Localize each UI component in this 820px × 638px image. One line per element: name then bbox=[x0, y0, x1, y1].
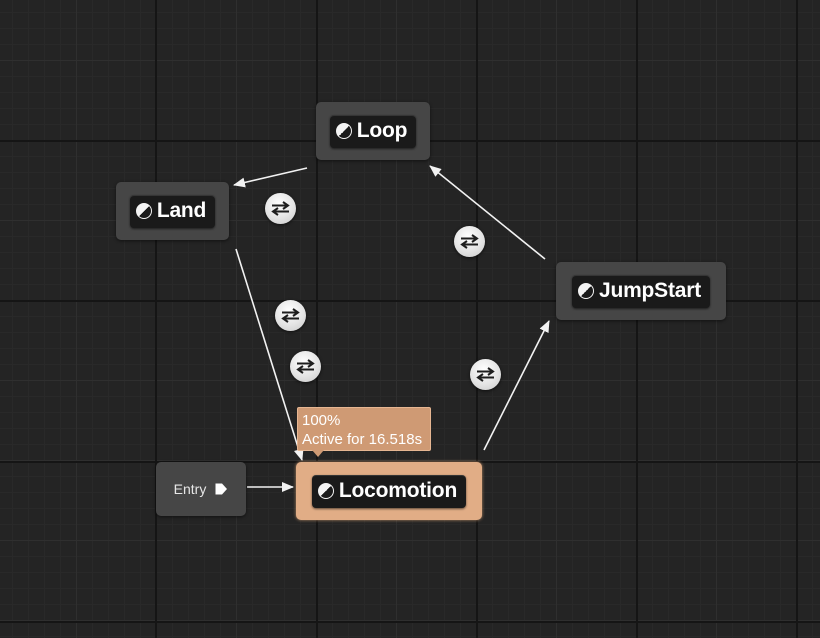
exec-pin-icon[interactable] bbox=[214, 482, 228, 496]
transition-arrows-icon bbox=[476, 367, 495, 382]
transition-arrows-icon bbox=[460, 234, 479, 249]
transition-arrows-icon bbox=[271, 201, 290, 216]
transition-icon-locomotion-jumpstart[interactable] bbox=[470, 359, 501, 390]
tooltip-weight: 100% bbox=[302, 412, 341, 429]
state-node-loop[interactable]: Loop bbox=[316, 102, 430, 160]
state-title-loop: Loop bbox=[329, 114, 417, 148]
transition-icon-locomotion-land[interactable] bbox=[290, 351, 321, 382]
state-label-land: Land bbox=[156, 199, 207, 222]
state-label-locomotion: Locomotion bbox=[338, 479, 458, 502]
state-machine-graph[interactable]: Loop Land JumpStart Locomotion Entry 100… bbox=[0, 0, 820, 638]
state-title-locomotion: Locomotion bbox=[311, 474, 467, 508]
transition-icon-land-locomotion[interactable] bbox=[275, 300, 306, 331]
state-title-land: Land bbox=[129, 194, 216, 228]
wire-jumpstart-to-loop bbox=[429, 165, 546, 260]
entry-label: Entry bbox=[173, 481, 207, 497]
wire-loop-to-land bbox=[233, 167, 308, 188]
state-icon bbox=[135, 203, 152, 219]
state-node-land[interactable]: Land bbox=[116, 182, 229, 240]
transition-arrows-icon bbox=[281, 308, 300, 323]
tooltip-active-time: Active for 16.518s bbox=[302, 431, 423, 448]
transition-icon-jumpstart-loop[interactable] bbox=[454, 226, 485, 257]
state-icon bbox=[335, 123, 352, 139]
state-node-jumpstart[interactable]: JumpStart bbox=[556, 262, 726, 320]
transition-arrows-icon bbox=[296, 359, 315, 374]
state-node-locomotion[interactable]: Locomotion bbox=[296, 462, 482, 520]
state-icon bbox=[577, 283, 594, 299]
transition-icon-loop-land[interactable] bbox=[265, 193, 296, 224]
state-icon bbox=[317, 483, 334, 499]
active-state-tooltip: 100% Active for 16.518s bbox=[297, 407, 431, 457]
state-label-loop: Loop bbox=[356, 119, 408, 142]
entry-node[interactable]: Entry bbox=[156, 462, 246, 516]
state-title-jumpstart: JumpStart bbox=[571, 274, 711, 308]
wire-land-to-locomotion bbox=[235, 248, 304, 461]
state-label-jumpstart: JumpStart bbox=[598, 279, 702, 302]
